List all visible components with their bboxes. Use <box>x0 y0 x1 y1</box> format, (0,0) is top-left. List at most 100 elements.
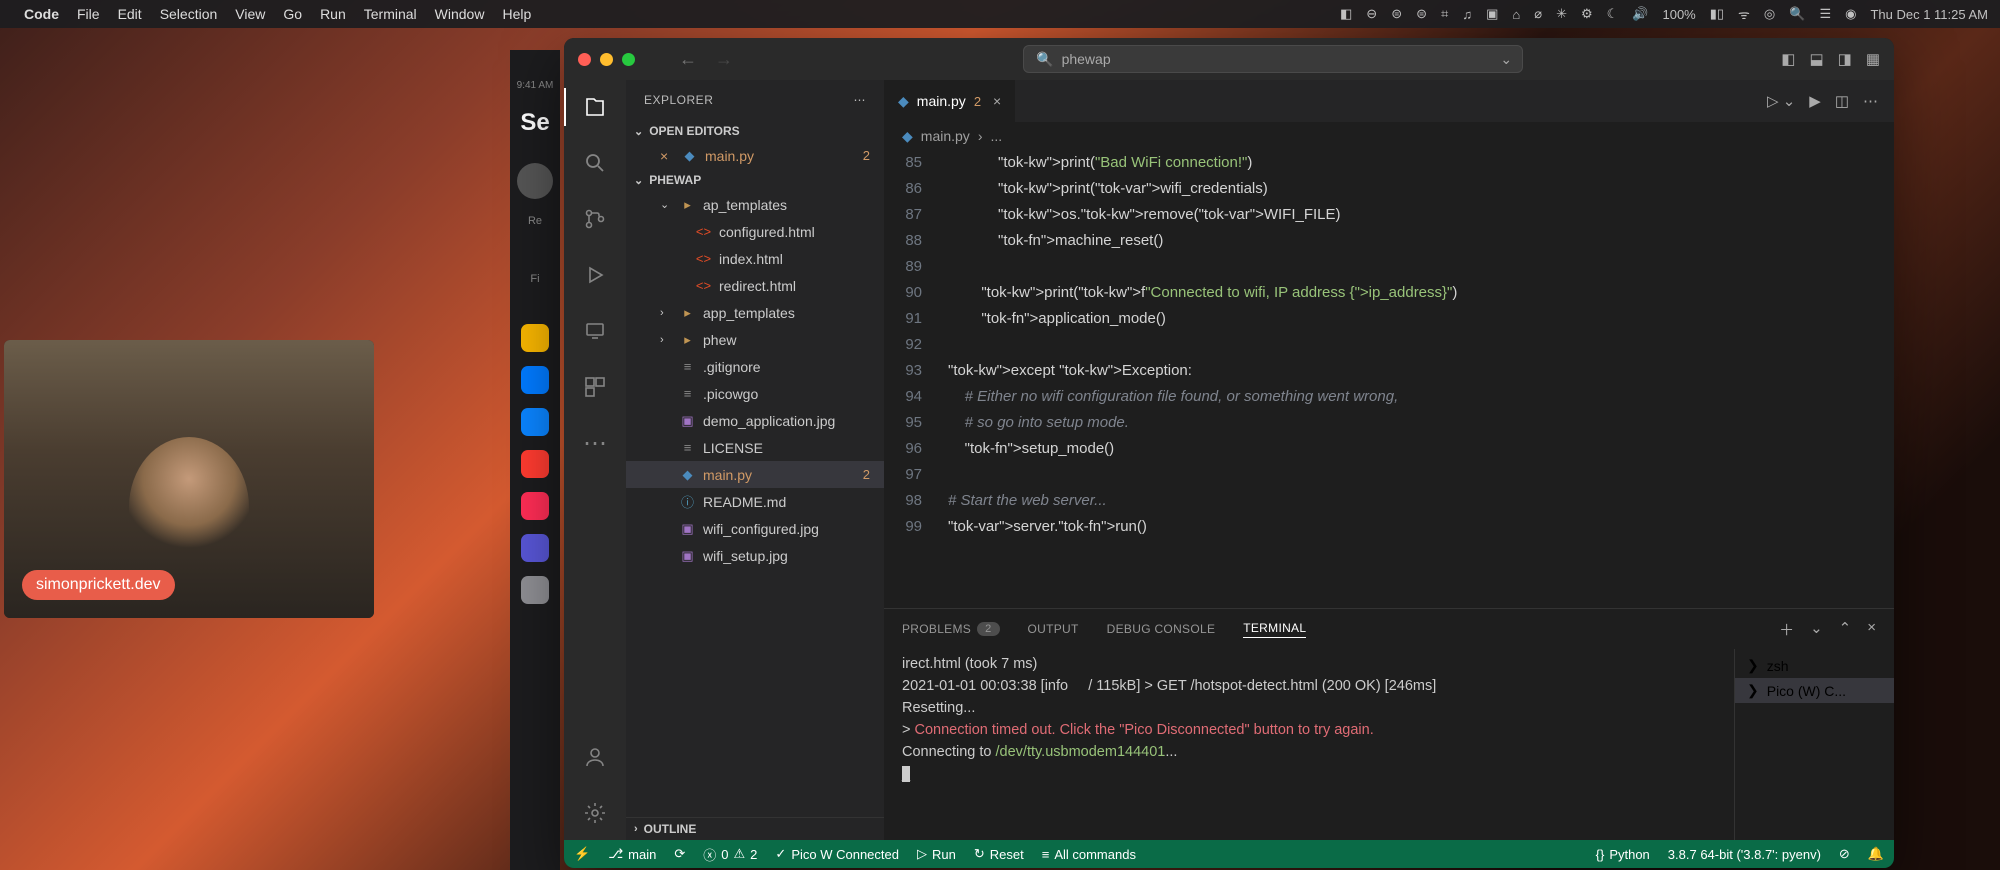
clock[interactable]: Thu Dec 1 11:25 AM <box>1870 7 1988 22</box>
new-terminal-icon[interactable]: ＋ <box>1779 619 1794 640</box>
menu-window[interactable]: Window <box>435 6 485 22</box>
maximize-window-button[interactable] <box>622 53 635 66</box>
editor-tab[interactable]: ◆ main.py 2 × <box>884 80 1016 122</box>
menu-run[interactable]: Run <box>320 6 346 22</box>
wifi-icon[interactable]: ᯤ <box>1738 5 1750 23</box>
moon-icon[interactable]: ☾ <box>1607 6 1619 22</box>
remote-explorer-icon[interactable] <box>580 316 610 346</box>
customize-layout-icon[interactable]: ▦ <box>1866 50 1880 68</box>
app-icon[interactable] <box>521 324 549 352</box>
app-icon[interactable] <box>521 534 549 562</box>
app-icon[interactable] <box>521 492 549 520</box>
tray-icon[interactable]: ⊜ <box>1391 6 1402 22</box>
tray-icon[interactable]: ⌗ <box>1441 6 1448 22</box>
app-icon[interactable] <box>521 576 549 604</box>
file-item[interactable]: <>redirect.html <box>626 272 884 299</box>
run-icon[interactable]: ▶ <box>1809 92 1821 110</box>
source-control-icon[interactable] <box>580 204 610 234</box>
file-item[interactable]: <>index.html <box>626 245 884 272</box>
toggle-panel-right-icon[interactable]: ◨ <box>1838 50 1852 68</box>
terminal-output[interactable]: irect.html (took 7 ms) 2021-01-01 00:03:… <box>884 649 1734 840</box>
settings-gear-icon[interactable] <box>580 798 610 828</box>
app-icon[interactable] <box>521 408 549 436</box>
more-actions-icon[interactable]: ⋯ <box>854 93 867 107</box>
file-item[interactable]: ◆main.py2 <box>626 461 884 488</box>
file-item[interactable]: ⓘREADME.md <box>626 488 884 515</box>
menu-terminal[interactable]: Terminal <box>364 6 417 22</box>
outline-section[interactable]: › OUTLINE <box>626 817 884 840</box>
account-icon[interactable] <box>580 742 610 772</box>
file-item[interactable]: <>configured.html <box>626 218 884 245</box>
terminal-dropdown-icon[interactable]: ⌄ <box>1810 619 1823 640</box>
siri-icon[interactable]: ◉ <box>1845 6 1856 22</box>
run-debug-icon[interactable] <box>580 260 610 290</box>
run-dropdown-icon[interactable]: ▷ ⌄ <box>1767 92 1795 110</box>
menu-edit[interactable]: Edit <box>118 6 142 22</box>
file-item[interactable]: ▣wifi_configured.jpg <box>626 515 884 542</box>
toggle-panel-left-icon[interactable]: ◧ <box>1781 50 1795 68</box>
ellipsis-icon[interactable]: ⋯ <box>580 428 610 458</box>
problems-tab[interactable]: PROBLEMS 2 <box>902 622 1000 636</box>
git-branch[interactable]: ⎇main <box>608 846 656 862</box>
control-center-icon[interactable]: ☰ <box>1819 6 1831 22</box>
tray-icon[interactable]: ⊖ <box>1366 6 1377 22</box>
volume-icon[interactable]: 🔊 <box>1632 6 1648 22</box>
menu-selection[interactable]: Selection <box>160 6 218 22</box>
tray-icon[interactable]: ⌂ <box>1512 7 1520 22</box>
toggle-panel-bottom-icon[interactable]: ⬓ <box>1809 50 1823 68</box>
folder-item[interactable]: ›▸app_templates <box>626 299 884 326</box>
output-tab[interactable]: OUTPUT <box>1028 622 1079 636</box>
tray-icon[interactable]: ⌀ <box>1534 6 1542 22</box>
file-item[interactable]: ≡LICENSE <box>626 434 884 461</box>
menu-file[interactable]: File <box>77 6 100 22</box>
menu-app[interactable]: Code <box>24 6 59 22</box>
close-tab-icon[interactable]: × <box>993 93 1001 109</box>
terminal-list-item[interactable]: ❯ Pico (W) C... <box>1735 678 1894 703</box>
tray-icon[interactable]: ⚙ <box>1581 6 1593 22</box>
extensions-icon[interactable] <box>580 372 610 402</box>
file-item[interactable]: ▣wifi_setup.jpg <box>626 542 884 569</box>
sync-button[interactable]: ⟳ <box>674 846 685 862</box>
open-editors-section[interactable]: ⌄ OPEN EDITORS <box>626 120 884 142</box>
tray-icon[interactable]: ▣ <box>1486 6 1498 22</box>
run-button[interactable]: ▷Run <box>917 846 956 862</box>
debug-console-tab[interactable]: DEBUG CONSOLE <box>1107 622 1216 636</box>
folder-item[interactable]: ›▸phew <box>626 326 884 353</box>
file-item[interactable]: ≡.picowgo <box>626 380 884 407</box>
reset-button[interactable]: ↻Reset <box>974 846 1024 862</box>
more-actions-icon[interactable]: ⋯ <box>1863 92 1878 110</box>
tray-icon[interactable]: ◧ <box>1340 6 1352 22</box>
feedback-icon[interactable]: ⊘ <box>1839 846 1850 862</box>
forward-icon[interactable]: → <box>715 49 733 70</box>
battery-icon[interactable]: ▮▯ <box>1710 6 1724 22</box>
split-editor-icon[interactable]: ◫ <box>1835 92 1849 110</box>
terminal-list-item[interactable]: ❯ zsh <box>1735 653 1894 678</box>
menu-view[interactable]: View <box>235 6 265 22</box>
terminal-tab[interactable]: TERMINAL <box>1243 621 1306 638</box>
battery-percent[interactable]: 100% <box>1662 7 1695 22</box>
tray-icon[interactable]: ◎ <box>1764 6 1775 22</box>
app-icon[interactable] <box>521 450 549 478</box>
back-icon[interactable]: ← <box>679 49 697 70</box>
file-item[interactable]: ▣demo_application.jpg <box>626 407 884 434</box>
pico-status[interactable]: ✓Pico W Connected <box>775 846 899 862</box>
tray-icon[interactable]: ♫ <box>1462 7 1472 22</box>
close-panel-icon[interactable]: × <box>1867 619 1876 640</box>
tray-icon[interactable]: ⊜ <box>1416 6 1427 22</box>
remote-indicator[interactable]: ⚡ <box>574 846 590 862</box>
problems-status[interactable]: ⓧ0 ⚠2 <box>703 845 757 864</box>
open-editor-item[interactable]: × ◆ main.py 2 <box>626 142 884 169</box>
close-window-button[interactable] <box>578 53 591 66</box>
app-icon[interactable] <box>521 366 549 394</box>
minimize-window-button[interactable] <box>600 53 613 66</box>
menu-go[interactable]: Go <box>283 6 302 22</box>
close-icon[interactable]: × <box>660 148 674 164</box>
python-interpreter[interactable]: 3.8.7 64-bit ('3.8.7': pyenv) <box>1668 847 1821 862</box>
search-icon[interactable] <box>580 148 610 178</box>
breadcrumb[interactable]: ◆ main.py › ... <box>884 122 1894 150</box>
language-mode[interactable]: {}Python <box>1596 847 1650 862</box>
maximize-panel-icon[interactable]: ⌃ <box>1839 619 1852 640</box>
project-section[interactable]: ⌄ PHEWAP <box>626 169 884 191</box>
explorer-icon[interactable] <box>580 92 610 122</box>
code-editor[interactable]: 858687888990919293949596979899 "tok-kw">… <box>884 150 1894 608</box>
